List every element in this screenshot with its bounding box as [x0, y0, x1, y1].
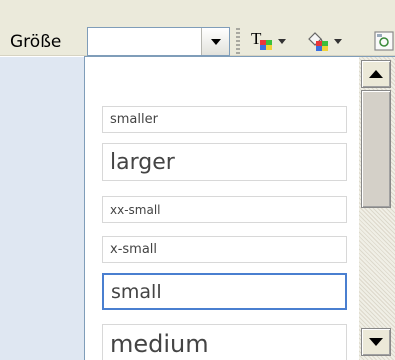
text-color-button[interactable]: T — [250, 28, 286, 54]
size-option-smaller[interactable]: smaller — [102, 106, 347, 133]
more-button[interactable] — [372, 28, 394, 54]
scroll-up-button[interactable] — [361, 60, 391, 88]
background-color-icon — [308, 32, 328, 51]
dropdown-scrollbar[interactable] — [359, 57, 395, 360]
chevron-down-icon — [278, 38, 286, 44]
size-option-larger[interactable]: larger — [102, 143, 347, 181]
size-option-medium[interactable]: medium — [102, 324, 347, 360]
size-combobox[interactable] — [87, 27, 230, 56]
more-icon — [374, 31, 394, 51]
size-option-x-small[interactable]: x-small — [102, 236, 347, 263]
toolbar-grip — [236, 28, 240, 54]
arrow-down-icon — [369, 338, 383, 346]
background-color-button[interactable] — [306, 28, 342, 54]
size-label: Größe — [10, 32, 62, 52]
arrow-up-icon — [369, 70, 383, 78]
chevron-down-icon — [334, 38, 342, 44]
size-option-small[interactable]: small — [102, 273, 347, 310]
text-color-icon: T — [251, 29, 272, 50]
size-input[interactable] — [88, 28, 200, 55]
chevron-down-icon — [210, 38, 221, 45]
toolbar: Größe T — [0, 0, 395, 56]
editor-area[interactable] — [0, 57, 86, 360]
scroll-thumb[interactable] — [361, 90, 391, 208]
size-dropdown-button[interactable] — [201, 28, 229, 55]
size-dropdown-list: smaller larger xx-small x-small small me… — [84, 56, 395, 360]
scroll-down-button[interactable] — [361, 328, 391, 356]
size-option-xx-small[interactable]: xx-small — [102, 196, 347, 223]
